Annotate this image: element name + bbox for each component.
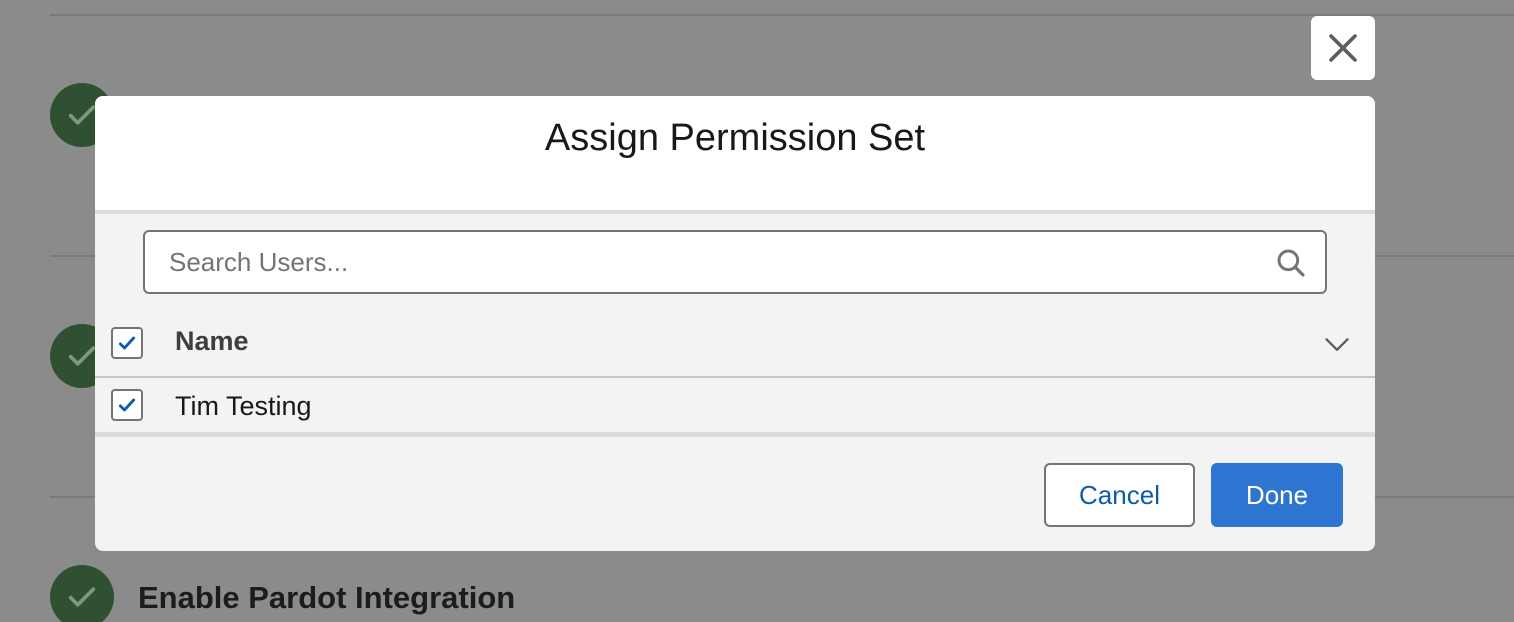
modal-header: Assign Permission Set [95,96,1375,214]
close-icon [1329,34,1357,62]
user-name: Tim Testing [175,391,312,421]
table-row: Tim Testing [95,378,1375,437]
done-button[interactable]: Done [1211,463,1343,527]
column-header-name[interactable]: Name [175,326,249,357]
search-box [143,230,1327,294]
check-icon [118,336,136,350]
step-complete-icon [50,565,114,622]
cancel-button[interactable]: Cancel [1044,463,1195,527]
page: Enable Pardot Integration Assign Permiss… [0,0,1514,622]
table-header: Name [95,310,1375,378]
select-all-checkbox[interactable] [111,327,143,359]
row-checkbox[interactable] [111,389,143,421]
check-icon [118,398,136,412]
step-title: Enable Pardot Integration [138,580,516,615]
close-button[interactable] [1311,16,1375,80]
assign-permission-set-modal: Assign Permission Set Name [95,96,1375,551]
search-input[interactable] [145,232,1325,292]
modal-title: Assign Permission Set [544,116,926,159]
divider [50,14,1514,16]
chevron-down-icon[interactable] [1323,330,1351,358]
search-icon [1277,249,1305,277]
